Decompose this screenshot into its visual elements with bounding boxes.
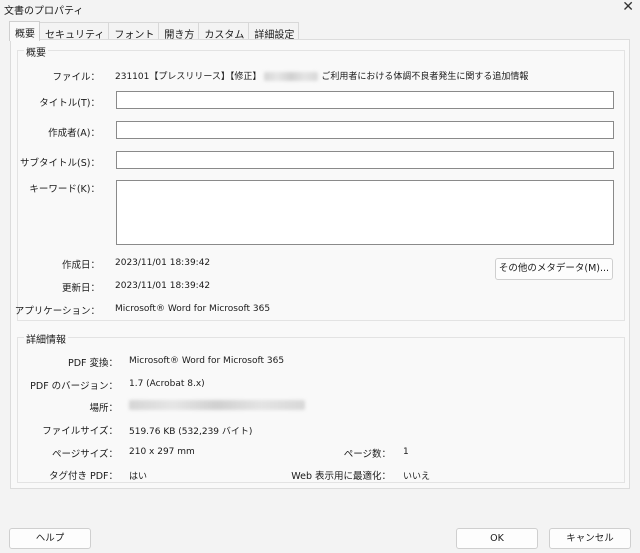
tab-custom[interactable]: カスタム: [198, 22, 250, 41]
file-size-value: 519.76 KB (532,239 バイト): [129, 427, 253, 437]
tab-advanced[interactable]: 詳細設定: [248, 22, 300, 41]
file-label: ファイル：: [52, 72, 100, 83]
fast-web-view-value: いいえ: [403, 472, 431, 482]
tab-security[interactable]: セキュリティ: [39, 22, 110, 41]
tab-initial-view[interactable]: 開き方: [158, 22, 200, 41]
subject-label: サブタイトル(S)：: [20, 158, 100, 169]
page-count-label: ページ数：: [343, 449, 391, 460]
fast-web-view-label: Web 表示用に最適化：: [291, 471, 391, 482]
keywords-field[interactable]: [116, 180, 614, 245]
ok-button[interactable]: OK: [456, 528, 538, 549]
tab-bar: 概要 セキュリティ フォント 開き方 カスタム 詳細設定: [9, 21, 300, 41]
application-label: アプリケーション：: [14, 306, 100, 317]
page-size-label: ページサイズ：: [51, 449, 118, 460]
modified-label: 更新日：: [61, 283, 100, 294]
window-title: 文書のプロパティ: [4, 6, 84, 17]
title-bar: 文書のプロパティ ✕: [0, 0, 640, 18]
tagged-pdf-value: はい: [129, 472, 148, 482]
file-value-prefix: 231101【プレスリリース】【修正】: [115, 72, 262, 82]
advanced-group-title: 詳細情報: [24, 331, 68, 346]
author-label: 作成者(A)：: [48, 128, 100, 139]
keywords-label: キーワード(K)：: [29, 184, 100, 195]
modified-value: 2023/11/01 18:39:42: [115, 281, 211, 291]
cancel-button[interactable]: キャンセル: [549, 528, 631, 549]
summary-group-title: 概要: [24, 44, 48, 59]
author-field[interactable]: [116, 121, 614, 139]
tab-fonts[interactable]: フォント: [108, 22, 160, 41]
help-button[interactable]: ヘルプ: [9, 528, 91, 549]
redacted-location: [129, 400, 305, 410]
pdf-producer-value: Microsoft® Word for Microsoft 365: [129, 356, 285, 366]
title-label: タイトル(T)：: [39, 98, 100, 109]
title-field[interactable]: [116, 91, 614, 109]
application-value: Microsoft® Word for Microsoft 365: [115, 304, 271, 314]
redacted-text: [264, 72, 319, 81]
file-value-suffix: ご利用者における体調不良者発生に関する追加情報: [321, 72, 529, 82]
tagged-pdf-label: タグ付き PDF：: [48, 471, 118, 482]
page-size-value: 210 x 297 mm: [129, 447, 195, 457]
location-label: 場所：: [89, 403, 118, 414]
subject-field[interactable]: [116, 151, 614, 169]
created-value: 2023/11/01 18:39:42: [115, 258, 211, 268]
close-icon[interactable]: ✕: [622, 0, 634, 15]
pdf-version-label: PDF のバージョン：: [30, 381, 118, 392]
summary-group: 概要 ファイル： 231101【プレスリリース】【修正】 ご利用者における体調不良…: [14, 44, 625, 321]
file-value: 231101【プレスリリース】【修正】 ご利用者における体調不良者発生に関する追加…: [115, 69, 528, 82]
pdf-producer-label: PDF 変換：: [67, 358, 118, 369]
page-count-value: 1: [403, 447, 409, 457]
created-label: 作成日：: [61, 260, 100, 271]
file-size-label: ファイルサイズ：: [42, 426, 118, 437]
tab-summary[interactable]: 概要: [9, 21, 40, 41]
location-value: [129, 400, 305, 411]
advanced-group: 詳細情報 PDF 変換： Microsoft® Word for Microso…: [17, 331, 625, 483]
more-metadata-button[interactable]: その他のメタデータ(M)...: [495, 258, 613, 280]
summary-panel: 概要 ファイル： 231101【プレスリリース】【修正】 ご利用者における体調不良…: [10, 39, 630, 489]
pdf-version-value: 1.7 (Acrobat 8.x): [129, 379, 205, 389]
